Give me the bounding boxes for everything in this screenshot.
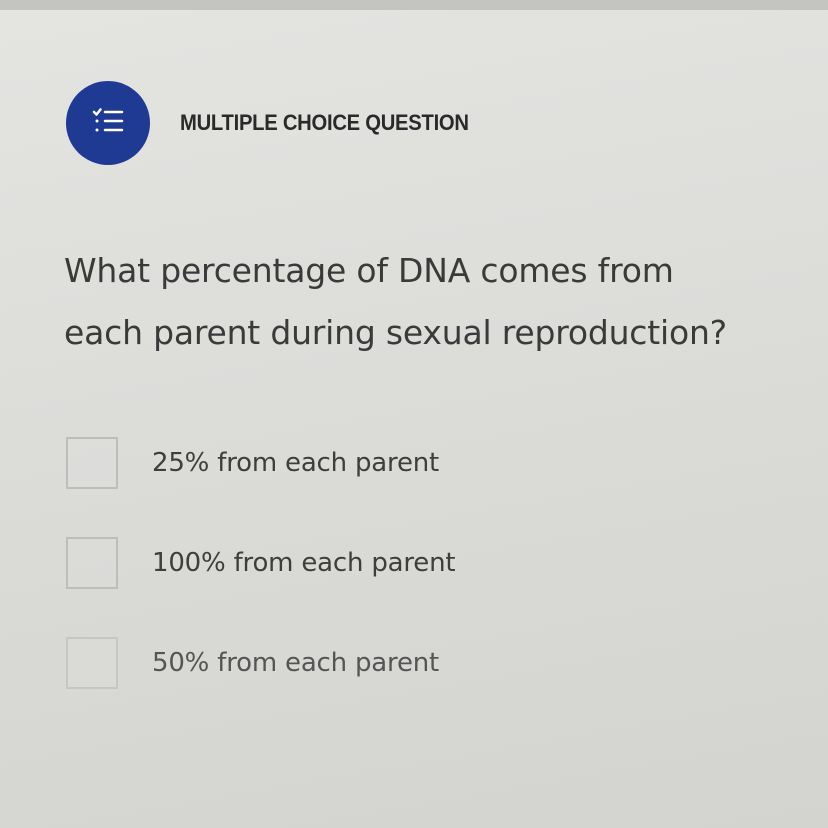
question-text: What percentage of DNA comes from each p…: [64, 240, 784, 364]
choice-label: 25% from each parent: [152, 448, 440, 478]
choice-checkbox[interactable]: [66, 537, 118, 589]
checklist-icon: [92, 107, 124, 139]
top-edge: [0, 0, 828, 10]
question-type-badge: [66, 81, 150, 165]
question-header: MULTIPLE CHOICE QUESTION: [66, 78, 494, 168]
answer-choice[interactable]: 25% from each parent: [66, 436, 766, 490]
answer-choices: 25% from each parent 100% from each pare…: [66, 436, 766, 736]
question-type-label: MULTIPLE CHOICE QUESTION: [180, 110, 469, 135]
answer-choice[interactable]: 100% from each parent: [66, 536, 766, 590]
choice-label: 100% from each parent: [152, 548, 456, 578]
question-text-line-1: What percentage of DNA comes from: [64, 251, 674, 290]
answer-choice[interactable]: 50% from each parent: [66, 636, 766, 690]
choice-label: 50% from each parent: [152, 648, 440, 678]
choice-checkbox[interactable]: [66, 437, 118, 489]
choice-checkbox[interactable]: [66, 637, 118, 689]
question-card: MULTIPLE CHOICE QUESTION What percentage…: [0, 10, 828, 828]
question-text-line-2: each parent during sexual reproduction?: [64, 313, 727, 352]
